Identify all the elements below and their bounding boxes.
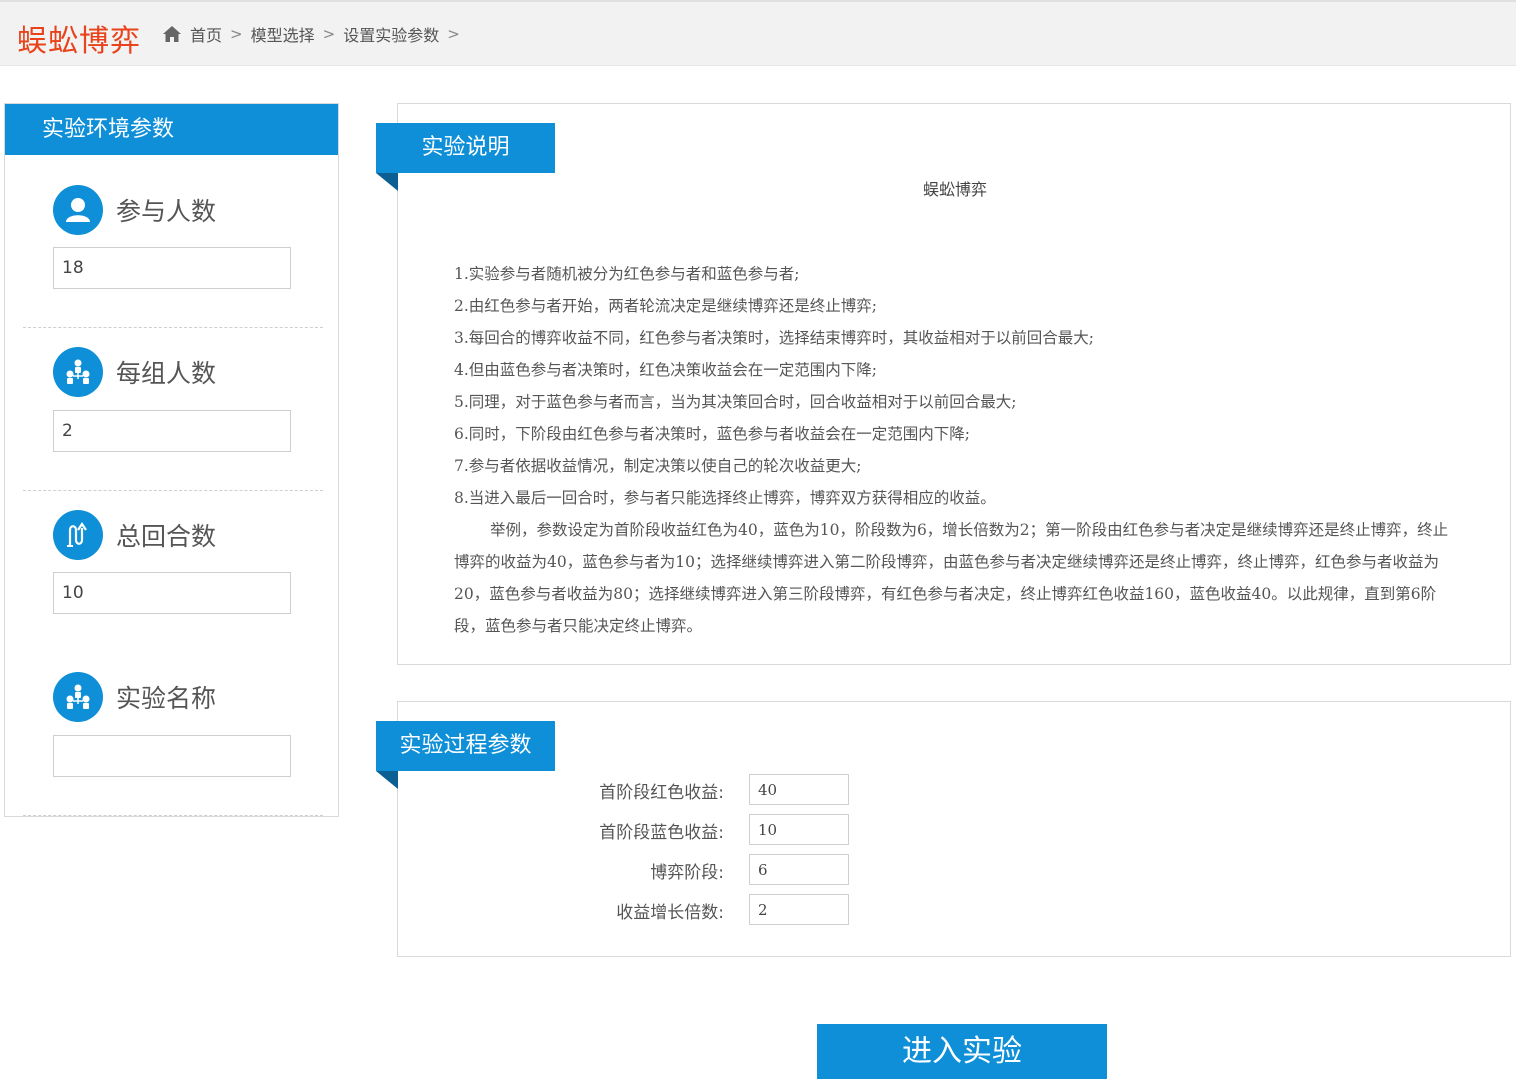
breadcrumb-home[interactable]: 首页 — [190, 22, 222, 46]
group-icon — [53, 672, 103, 722]
group-size-input[interactable] — [53, 410, 291, 452]
rules-text: 1.实验参与者随机被分为红色参与者和蓝色参与者; 2.由红色参与者开始，两者轮流… — [454, 258, 1454, 642]
blue-first-payoff-label: 首阶段蓝色收益: — [599, 823, 724, 843]
breadcrumb-separator: > — [447, 25, 460, 43]
growth-multiplier-label: 收益增长倍数: — [616, 903, 724, 923]
participants-label: 参与人数 — [116, 197, 217, 226]
rounds-icon — [53, 510, 103, 560]
breadcrumb: 首页 > 模型选择 > 设置实验参数 > — [162, 22, 468, 46]
game-stages-label: 博弈阶段: — [650, 863, 724, 883]
game-stages-input[interactable] — [749, 854, 849, 885]
breadcrumb-separator: > — [230, 25, 243, 43]
rule-item: 7.参与者依据收益情况，制定决策以使自己的轮次收益更大; — [454, 457, 862, 475]
rule-item: 4.但由蓝色参与者决策时，红色决策收益会在一定范围内下降; — [454, 361, 878, 379]
app-logo[interactable]: 蜈蚣博弈 — [17, 16, 141, 60]
rule-item: 1.实验参与者随机被分为红色参与者和蓝色参与者; — [454, 265, 800, 283]
user-icon — [53, 185, 103, 235]
form-row: 首阶段红色收益: — [398, 774, 1512, 806]
divider — [23, 490, 323, 491]
form-row: 博弈阶段: — [398, 854, 1512, 886]
participants-input[interactable] — [53, 247, 291, 289]
process-params-box: 实验过程参数 首阶段红色收益: 首阶段蓝色收益: 博弈阶段: 收益增长倍数: — [376, 701, 1512, 957]
enter-experiment-button[interactable]: 进入实验 — [817, 1024, 1107, 1079]
blue-first-payoff-input[interactable] — [749, 814, 849, 845]
experiment-name-label: 实验名称 — [116, 684, 217, 713]
rule-item: 5.同理，对于蓝色参与者而言，当为其决策回合时，回合收益相对于以前回合最大; — [454, 393, 1017, 411]
breadcrumb-set-params[interactable]: 设置实验参数 — [343, 22, 439, 46]
rounds-label: 总回合数 — [116, 522, 217, 551]
env-params-panel: 实验环境参数 参与人数 每组人数 — [4, 103, 339, 817]
form-row: 收益增长倍数: — [398, 894, 1512, 926]
top-bar: 蜈蚣博弈 首页 > 模型选择 > 设置实验参数 > — [0, 0, 1516, 66]
ribbon-fold — [376, 173, 398, 191]
rule-item: 6.同时，下阶段由红色参与者决策时，蓝色参与者收益会在一定范围内下降; — [454, 425, 971, 443]
group-size-heading: 每组人数 — [53, 347, 216, 397]
participants-heading: 参与人数 — [53, 185, 216, 235]
form-row: 首阶段蓝色收益: — [398, 814, 1512, 846]
env-params-title: 实验环境参数 — [5, 104, 338, 155]
ribbon-fold — [376, 771, 398, 789]
group-icon — [53, 347, 103, 397]
breadcrumb-separator: > — [322, 25, 336, 43]
explanation-title: 蜈蚣博弈 — [922, 180, 987, 199]
experiment-name-heading: 实验名称 — [53, 672, 216, 722]
group-size-label: 每组人数 — [116, 359, 217, 388]
divider — [23, 815, 323, 816]
example-paragraph: 举例，参数设定为首阶段收益红色为40，蓝色为10，阶段数为6，增长倍数为2；第一… — [454, 521, 1449, 635]
divider — [23, 327, 323, 328]
rounds-heading: 总回合数 — [53, 510, 216, 560]
growth-multiplier-input[interactable] — [749, 894, 849, 925]
home-icon[interactable] — [162, 25, 182, 43]
rule-item: 8.当进入最后一回合时，参与者只能选择终止博弈，博弈双方获得相应的收益。 — [454, 489, 996, 507]
explanation-box: 实验说明 蜈蚣博弈 1.实验参与者随机被分为红色参与者和蓝色参与者; 2.由红色… — [376, 103, 1511, 665]
red-first-payoff-input[interactable] — [749, 774, 849, 805]
rule-item: 3.每回合的博弈收益不同，红色参与者决策时，选择结束博弈时，其收益相对于以前回合… — [454, 329, 1095, 347]
breadcrumb-model-select[interactable]: 模型选择 — [251, 22, 315, 46]
red-first-payoff-label: 首阶段红色收益: — [599, 783, 724, 803]
explanation-ribbon: 实验说明 — [376, 123, 555, 173]
experiment-name-input[interactable] — [53, 735, 291, 777]
rounds-input[interactable] — [53, 572, 291, 614]
process-params-ribbon: 实验过程参数 — [376, 721, 555, 771]
rule-item: 2.由红色参与者开始，两者轮流决定是继续博弈还是终止博弈; — [454, 297, 878, 315]
